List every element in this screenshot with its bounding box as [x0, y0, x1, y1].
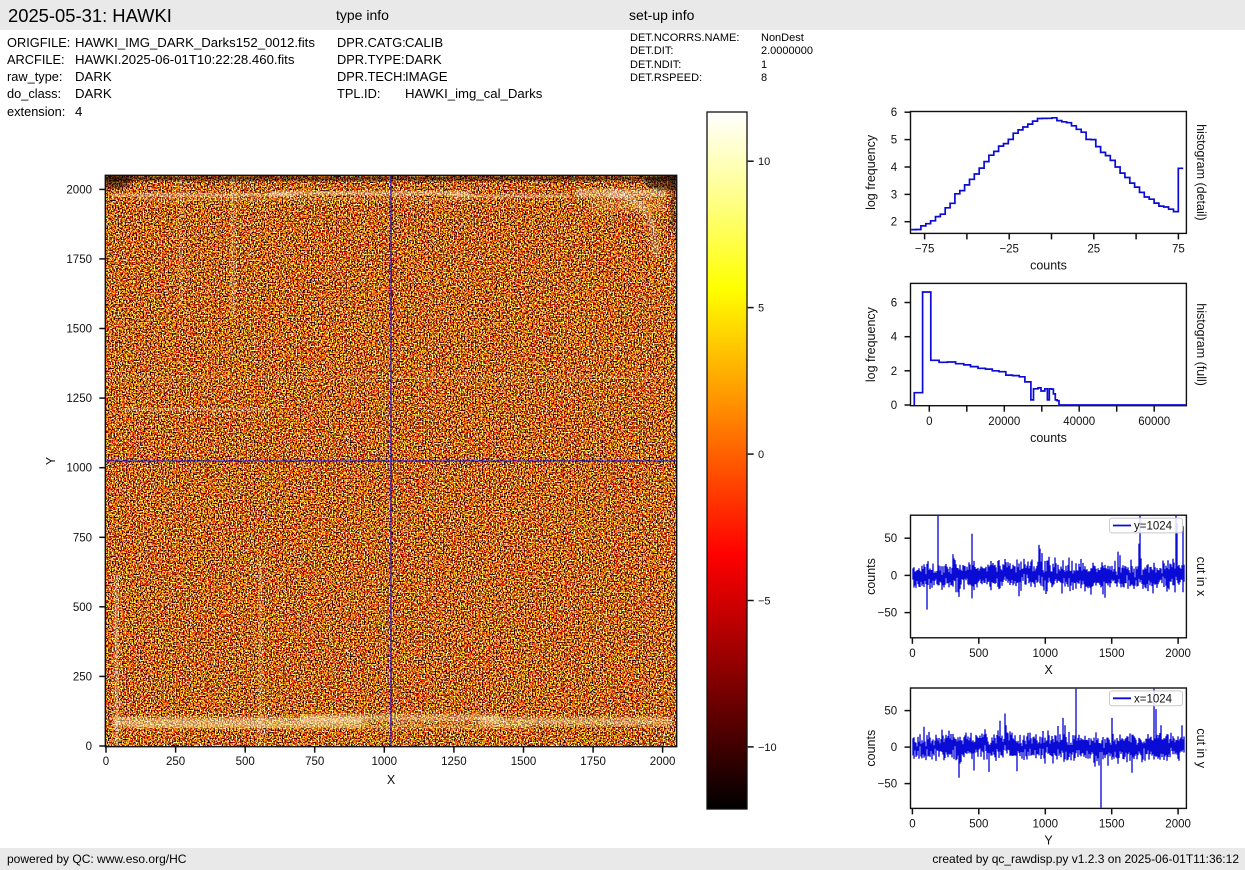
svg-text:250: 250	[166, 756, 185, 768]
svg-text:4: 4	[891, 332, 898, 344]
svg-text:500: 500	[969, 648, 988, 660]
svg-text:1750: 1750	[580, 756, 606, 768]
svg-text:60000: 60000	[1138, 416, 1170, 428]
svg-text:25: 25	[1087, 244, 1100, 256]
svg-text:2: 2	[891, 217, 897, 229]
svg-text:histogram (full): histogram (full)	[1194, 303, 1208, 386]
svg-text:10: 10	[758, 156, 770, 168]
svg-text:250: 250	[73, 671, 92, 683]
svg-text:X: X	[387, 773, 396, 787]
svg-text:1500: 1500	[1099, 819, 1125, 831]
svg-text:5: 5	[758, 303, 764, 315]
svg-text:1000: 1000	[372, 756, 398, 768]
svg-text:−10: −10	[758, 742, 777, 754]
svg-text:750: 750	[73, 532, 92, 544]
svg-text:2000: 2000	[1165, 819, 1191, 831]
svg-text:0: 0	[926, 416, 932, 428]
svg-text:0: 0	[909, 648, 915, 660]
svg-text:log frequency: log frequency	[864, 134, 878, 210]
svg-text:1500: 1500	[511, 756, 537, 768]
svg-text:0: 0	[758, 449, 764, 461]
svg-text:6: 6	[891, 298, 897, 310]
svg-text:3: 3	[891, 189, 897, 201]
svg-text:X: X	[1044, 663, 1053, 677]
svg-text:40000: 40000	[1063, 416, 1095, 428]
svg-text:1250: 1250	[441, 756, 467, 768]
svg-text:500: 500	[969, 819, 988, 831]
svg-text:20000: 20000	[988, 416, 1020, 428]
svg-text:histogram (detail): histogram (detail)	[1194, 124, 1208, 221]
svg-text:50: 50	[884, 706, 897, 718]
svg-text:1250: 1250	[66, 393, 92, 405]
svg-text:2000: 2000	[66, 184, 92, 196]
svg-text:1500: 1500	[66, 324, 92, 336]
svg-text:counts: counts	[1030, 431, 1067, 445]
svg-text:6: 6	[891, 107, 897, 119]
svg-text:y=1024: y=1024	[1134, 521, 1173, 533]
svg-text:1750: 1750	[66, 254, 92, 266]
svg-text:Y: Y	[44, 456, 58, 465]
svg-text:2000: 2000	[1165, 648, 1191, 660]
svg-text:5: 5	[891, 135, 897, 147]
svg-text:4: 4	[891, 162, 898, 174]
svg-text:500: 500	[73, 602, 92, 614]
svg-text:500: 500	[236, 756, 255, 768]
svg-text:1000: 1000	[66, 463, 92, 475]
svg-text:−75: −75	[915, 244, 935, 256]
svg-text:Y: Y	[1044, 834, 1053, 848]
svg-text:1500: 1500	[1099, 648, 1125, 660]
svg-text:750: 750	[305, 756, 324, 768]
svg-text:0: 0	[909, 819, 915, 831]
svg-text:cut in y: cut in y	[1194, 728, 1208, 768]
svg-text:0: 0	[86, 741, 92, 753]
svg-text:counts: counts	[1030, 259, 1067, 273]
svg-text:0: 0	[103, 756, 109, 768]
svg-text:−5: −5	[758, 596, 771, 608]
svg-text:1000: 1000	[1033, 819, 1059, 831]
svg-text:75: 75	[1172, 244, 1185, 256]
svg-text:2000: 2000	[650, 756, 676, 768]
svg-text:counts: counts	[864, 558, 878, 595]
svg-text:cut in x: cut in x	[1194, 557, 1208, 597]
svg-text:0: 0	[891, 742, 897, 754]
svg-text:log frequency: log frequency	[864, 306, 878, 382]
svg-text:1000: 1000	[1033, 648, 1059, 660]
svg-text:counts: counts	[864, 730, 878, 767]
svg-text:50: 50	[884, 533, 897, 545]
svg-text:−25: −25	[999, 244, 1019, 256]
svg-text:−50: −50	[878, 779, 898, 791]
svg-text:2: 2	[891, 366, 897, 378]
svg-text:x=1024: x=1024	[1134, 693, 1173, 705]
svg-text:−50: −50	[878, 608, 898, 620]
svg-text:0: 0	[891, 570, 897, 582]
svg-text:0: 0	[891, 400, 897, 412]
